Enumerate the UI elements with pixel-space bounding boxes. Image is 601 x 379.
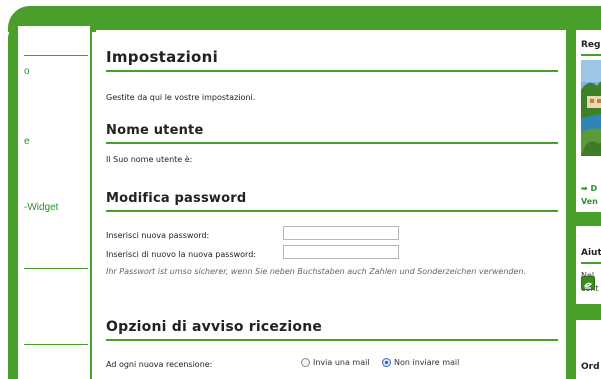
sidebar-item[interactable]: e (24, 136, 30, 147)
right-box-link[interactable]: Ven (581, 197, 598, 206)
radio-button-selected[interactable] (382, 358, 391, 367)
right-box-title: Reg (581, 40, 601, 50)
username-heading: Nome utente (106, 123, 204, 138)
right-box-order: Ord (576, 320, 601, 379)
repeat-password-label: Inserisci di nuovo la nuova password: (106, 250, 256, 259)
sidebar-item-widget[interactable]: -Widget (24, 202, 58, 213)
password-heading: Modifica password (106, 191, 247, 206)
right-box-rule (581, 54, 601, 56)
title-rule (106, 70, 558, 72)
radio-no-mail[interactable]: Non inviare mail (382, 358, 459, 367)
username-text: Il Suo nome utente è: (106, 155, 193, 164)
radio-send-mail[interactable]: Invia una mail (301, 358, 370, 367)
notify-heading: Opzioni di avviso ricezione (106, 319, 323, 335)
password-hint: Ihr Passwort ist umso sicherer, wenn Sie… (106, 267, 526, 276)
page-frame: o e -Widget Impostazioni Gestite da qui … (0, 0, 601, 379)
new-password-label: Inserisci nuova password: (106, 231, 210, 240)
intro-text: Gestite da qui le vostre impostazioni. (106, 93, 256, 102)
main-content: Impostazioni Gestite da qui le vostre im… (96, 30, 570, 379)
right-box-separator (576, 212, 601, 226)
right-box-rule (581, 262, 601, 264)
page-title: Impostazioni (106, 48, 219, 66)
right-box-separator (576, 304, 601, 320)
sidebar-item[interactable]: o (24, 66, 30, 77)
nav-divider (24, 55, 88, 56)
header-bar (8, 6, 601, 32)
radio-label: Non inviare mail (394, 358, 460, 367)
nav-divider (24, 344, 88, 345)
section-rule (106, 142, 558, 144)
radio-button[interactable] (301, 358, 310, 367)
right-column-border (566, 26, 576, 379)
resort-photo[interactable] (581, 60, 601, 156)
right-box-help: Aiut Nel cont (576, 226, 601, 304)
notify-row-label: Ad ogni nuova recensione: (106, 360, 213, 369)
help-icon[interactable] (581, 276, 595, 290)
right-box-link[interactable]: ➡ D (581, 184, 597, 193)
new-password-input[interactable] (283, 226, 399, 240)
right-box-title: Ord (581, 362, 600, 372)
radio-label: Invia una mail (313, 358, 370, 367)
right-box-title: Aiut (581, 248, 601, 258)
nav-divider (24, 268, 88, 269)
right-box-regions: Reg ➡ D Ven (576, 30, 601, 212)
repeat-password-input[interactable] (283, 245, 399, 259)
section-rule (106, 210, 558, 212)
section-rule (106, 339, 558, 341)
